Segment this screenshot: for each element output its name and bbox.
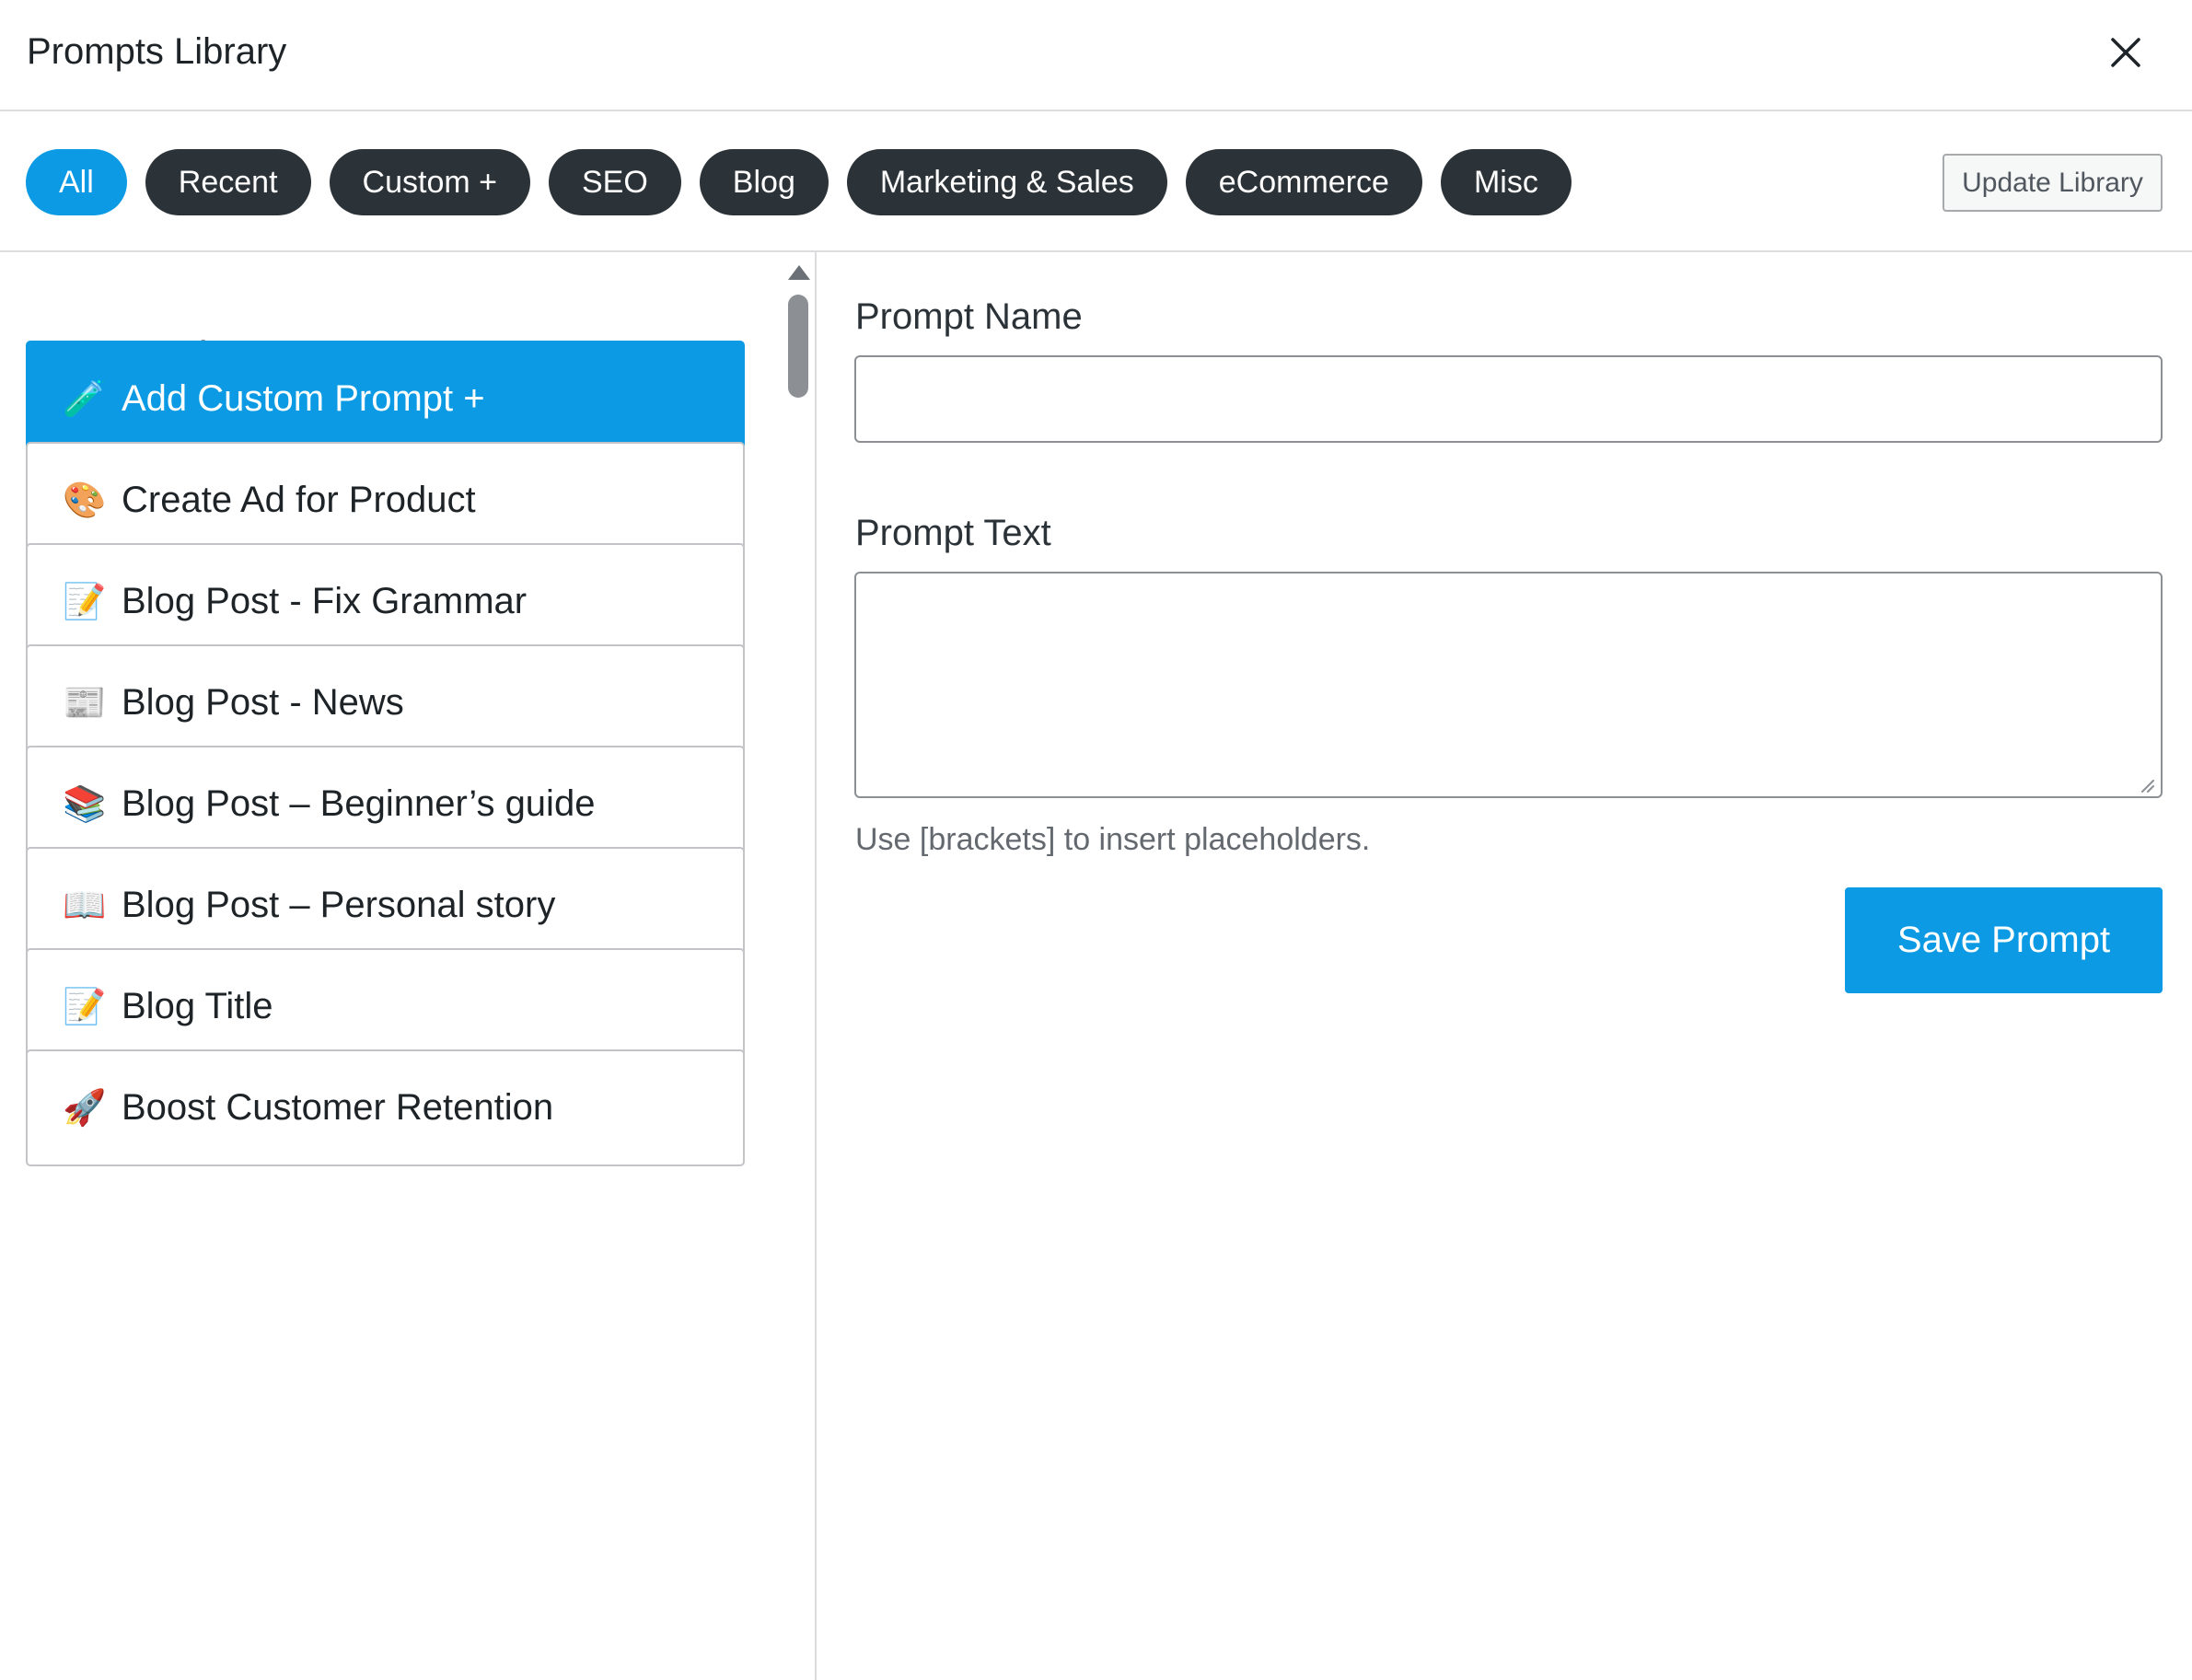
prompt-text-area[interactable]: [854, 572, 2163, 798]
list-scrollbar[interactable]: [784, 252, 812, 1680]
tab-all[interactable]: All: [26, 149, 127, 215]
add-custom-prompt-button[interactable]: 🧪 Add Custom Prompt +: [26, 341, 745, 458]
scroll-up-arrow-icon[interactable]: [788, 265, 810, 280]
prompt-name-input[interactable]: [854, 355, 2163, 443]
list-item[interactable]: 📝 Blog Post - Fix Grammar: [26, 543, 745, 660]
memo-icon: 📝: [63, 583, 107, 621]
tab-custom[interactable]: Custom +: [329, 149, 530, 215]
category-filter-bar: All Recent Custom + SEO Blog Marketing &…: [0, 111, 2192, 252]
category-tabs: All Recent Custom + SEO Blog Marketing &…: [26, 149, 1572, 215]
list-item-label: Boost Customer Retention: [122, 1087, 554, 1128]
tab-seo[interactable]: SEO: [548, 149, 681, 215]
list-item-label: Create Ad for Product: [122, 480, 476, 520]
open-book-icon: 📖: [63, 886, 107, 925]
memo-icon: 📝: [63, 988, 107, 1026]
list-item-label: Add Custom Prompt +: [122, 378, 485, 419]
test-tube-icon: 🧪: [63, 380, 107, 419]
palette-icon: 🎨: [63, 481, 107, 520]
resize-handle-icon[interactable]: [2138, 776, 2154, 793]
prompt-name-label: Prompt Name: [855, 296, 1083, 337]
list-item[interactable]: 🚀 Boost Customer Retention: [26, 1049, 745, 1166]
list-item[interactable]: 📚 Blog Post – Beginner’s guide: [26, 746, 745, 863]
tab-recent[interactable]: Recent: [145, 149, 311, 215]
list-item[interactable]: 📝 Blog Title: [26, 948, 745, 1065]
scrollbar-thumb[interactable]: [788, 295, 808, 398]
save-prompt-button[interactable]: Save Prompt: [1845, 887, 2163, 993]
prompt-list-panel: Prompt List / 🧪 Add Custom Prompt + 🎨 Cr…: [0, 252, 817, 1680]
prompt-text-label: Prompt Text: [855, 513, 1051, 553]
list-item[interactable]: 📰 Blog Post - News: [26, 644, 745, 761]
placeholder-help-text: Use [brackets] to insert placeholders.: [855, 822, 1371, 857]
list-item[interactable]: 🎨 Create Ad for Product: [26, 442, 745, 559]
list-item-label: Blog Post – Beginner’s guide: [122, 783, 596, 824]
close-icon[interactable]: [2099, 26, 2152, 79]
list-item-label: Blog Post - Fix Grammar: [122, 581, 528, 621]
books-icon: 📚: [63, 785, 107, 824]
list-item[interactable]: 📖 Blog Post – Personal story: [26, 847, 745, 964]
rocket-icon: 🚀: [63, 1089, 107, 1128]
newspaper-icon: 📰: [63, 684, 107, 723]
tab-blog[interactable]: Blog: [699, 149, 829, 215]
list-item-label: Blog Title: [122, 986, 273, 1026]
list-item-label: Blog Post – Personal story: [122, 885, 556, 925]
list-item-label: Blog Post - News: [122, 682, 404, 723]
tab-ecommerce[interactable]: eCommerce: [1185, 149, 1422, 215]
update-library-button[interactable]: Update Library: [1943, 154, 2163, 212]
tab-misc[interactable]: Misc: [1440, 149, 1572, 215]
modal-title: Prompts Library: [27, 31, 287, 72]
modal-header: Prompts Library: [0, 0, 2192, 111]
tab-marketing-sales[interactable]: Marketing & Sales: [846, 149, 1167, 215]
